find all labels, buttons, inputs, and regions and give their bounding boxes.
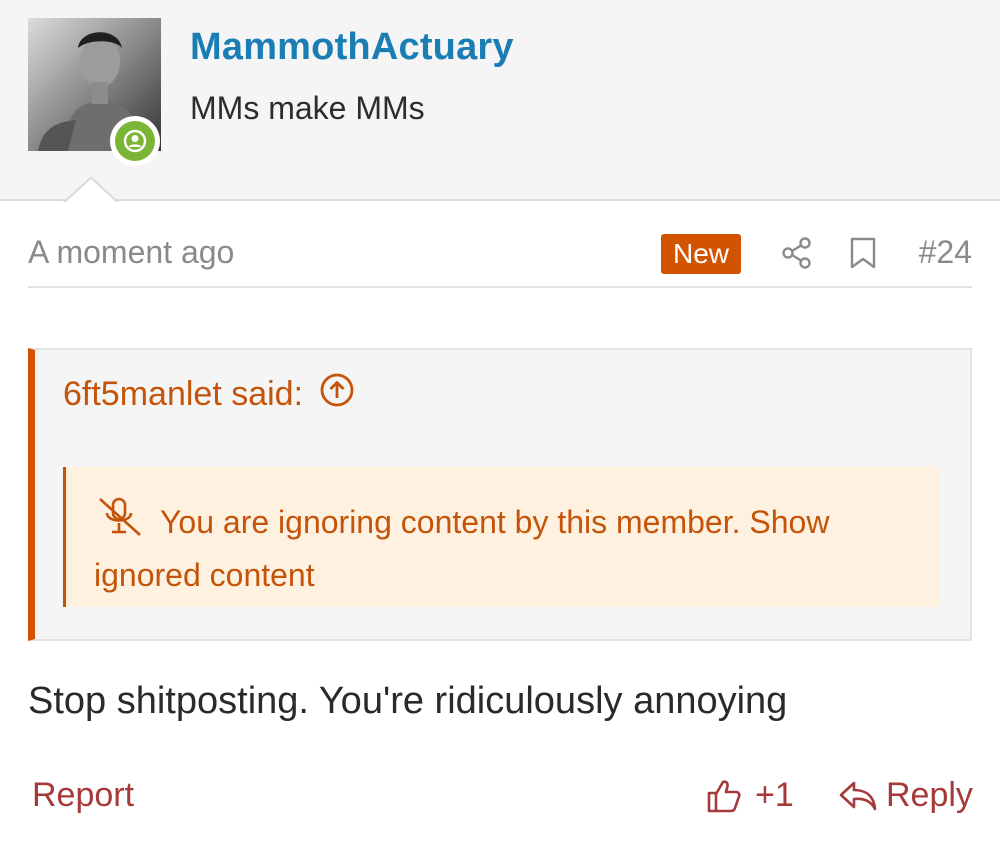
arrow-up-circle-icon[interactable]: [319, 372, 355, 417]
like-count: +1: [755, 776, 794, 814]
quote-block: 6ft5manlet said: You are ignoring conten…: [28, 348, 972, 641]
reply-arrow-icon: [839, 781, 877, 810]
ignored-message: You are ignoring content by this member.: [160, 504, 741, 540]
bookmark-icon[interactable]: [848, 236, 878, 275]
quote-header: 6ft5manlet said:: [63, 372, 355, 417]
quote-author-label[interactable]: 6ft5manlet said:: [63, 375, 303, 414]
reply-button[interactable]: Reply: [838, 776, 973, 815]
online-user-icon: [123, 129, 147, 153]
post-meta-bar: A moment ago New #24: [28, 226, 972, 288]
microphone-slash-icon: [94, 495, 146, 552]
reply-label: Reply: [886, 776, 973, 814]
post-timestamp[interactable]: A moment ago: [28, 234, 234, 271]
post-body-text: Stop shitposting. You're ridiculously an…: [28, 680, 788, 722]
like-button[interactable]: +1: [705, 776, 794, 815]
share-icon[interactable]: [780, 236, 814, 275]
thumbs-up-icon: [707, 779, 741, 812]
new-badge: New: [661, 234, 742, 274]
user-header: MammothActuary MMs make MMs: [0, 0, 1000, 201]
username-link[interactable]: MammothActuary: [190, 26, 514, 69]
post-number-link[interactable]: #24: [919, 234, 972, 271]
ignored-content-notice: You are ignoring content by this member.…: [63, 467, 939, 607]
report-link[interactable]: Report: [32, 776, 134, 815]
online-badge: [110, 116, 160, 166]
user-title: MMs make MMs: [190, 90, 425, 126]
